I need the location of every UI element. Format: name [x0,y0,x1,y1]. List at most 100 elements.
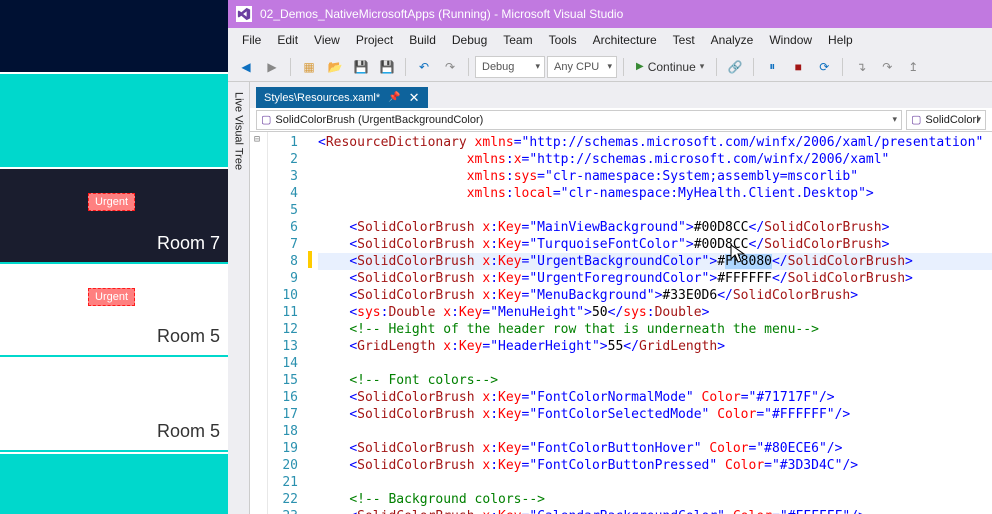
line-number: 10 [268,287,298,304]
menu-project[interactable]: Project [348,30,401,50]
platform-dropdown[interactable]: Any CPU [547,56,617,78]
room-label: Room 5 [157,421,220,442]
code-line[interactable]: xmlns:sys="clr-namespace:System;assembly… [318,168,992,185]
preview-band-1 [0,72,228,167]
code-editor[interactable]: ⊟ 1234567891011121314151617181920212223 … [250,132,992,514]
continue-label: Continue [648,60,696,74]
nav-back-icon[interactable]: ◀ [234,55,258,79]
room-label: Room 5 [157,326,220,347]
urgent-badge: Urgent [88,288,135,306]
visual-studio-window: 02_Demos_NativeMicrosoftApps (Running) -… [228,0,992,514]
menu-edit[interactable]: Edit [269,30,306,50]
open-file-icon[interactable]: 📂 [323,55,347,79]
new-project-icon[interactable]: ▦ [297,55,321,79]
code-line[interactable] [318,355,992,372]
menu-test[interactable]: Test [665,30,703,50]
menu-debug[interactable]: Debug [444,30,495,50]
menu-team[interactable]: Team [495,30,540,50]
line-number: 17 [268,406,298,423]
title-bar: 02_Demos_NativeMicrosoftApps (Running) -… [228,0,992,28]
code-line[interactable]: <SolidColorBrush x:Key="MainViewBackgrou… [318,219,992,236]
window-title: 02_Demos_NativeMicrosoftApps (Running) -… [260,7,623,21]
line-number: 12 [268,321,298,338]
code-line[interactable]: <SolidColorBrush x:Key="MenuBackground">… [318,287,992,304]
document-tab-active[interactable]: Styles\Resources.xaml* 📌 ✕ [256,87,428,108]
navigation-bar: ▢ SolidColorBrush (UrgentBackgroundColor… [250,108,992,132]
visual-studio-logo-icon [236,6,252,22]
line-number: 18 [268,423,298,440]
code-line[interactable]: <GridLength x:Key="HeaderHeight">55</Gri… [318,338,992,355]
config-dropdown[interactable]: Debug [475,56,545,78]
code-line[interactable]: <!-- Font colors--> [318,372,992,389]
app-preview-pane: Urgent Room 7 Urgent Room 5 Room 5 [0,0,228,514]
line-number: 22 [268,491,298,508]
menu-build[interactable]: Build [401,30,444,50]
undo-icon[interactable]: ↶ [412,55,436,79]
side-panel: Live Visual Tree [228,82,250,514]
code-line[interactable]: <SolidColorBrush x:Key="UrgentForeground… [318,270,992,287]
code-line[interactable]: <SolidColorBrush x:Key="FontColorButtonP… [318,457,992,474]
line-number: 8 [268,253,298,270]
urgent-badge: Urgent [88,193,135,211]
line-number: 19 [268,440,298,457]
stop-icon[interactable]: ■ [786,55,810,79]
code-line[interactable]: <SolidColorBrush x:Key="FontColorNormalM… [318,389,992,406]
code-line[interactable]: xmlns:local="clr-namespace:MyHealth.Clie… [318,185,992,202]
redo-icon[interactable]: ↷ [438,55,462,79]
step-into-icon[interactable]: ↴ [849,55,873,79]
menu-bar: FileEditViewProjectBuildDebugTeamToolsAr… [228,28,992,52]
menu-help[interactable]: Help [820,30,861,50]
code-line[interactable]: <!-- Background colors--> [318,491,992,508]
menu-view[interactable]: View [306,30,348,50]
menu-architecture[interactable]: Architecture [585,30,665,50]
preview-row-room7: Urgent Room 7 [0,167,228,262]
code-line[interactable]: <SolidColorBrush x:Key="CalendarBackgrou… [318,508,992,514]
line-number: 23 [268,508,298,514]
code-line[interactable]: <SolidColorBrush x:Key="FontColorSelecte… [318,406,992,423]
code-line[interactable]: <sys:Double x:Key="MenuHeight">50</sys:D… [318,304,992,321]
preview-footer [0,452,228,514]
live-visual-tree-tab[interactable]: Live Visual Tree [231,88,247,174]
scope-label: SolidColorBrush (UrgentBackgroundColor) [275,114,483,126]
menu-analyze[interactable]: Analyze [703,30,762,50]
member-label: SolidColorI [925,114,979,126]
brush-icon: ▢ [911,113,921,126]
member-dropdown[interactable]: ▢ SolidColorI [906,110,986,130]
line-number: 16 [268,389,298,406]
step-out-icon[interactable]: ↥ [901,55,925,79]
browser-link-icon[interactable]: 🔗 [723,55,747,79]
line-number: 13 [268,338,298,355]
nav-forward-icon[interactable]: ▶ [260,55,284,79]
line-number: 14 [268,355,298,372]
line-number: 15 [268,372,298,389]
code-line[interactable]: <ResourceDictionary xmlns="http://schema… [318,134,992,151]
tab-title: Styles\Resources.xaml* [264,92,380,104]
code-line[interactable]: xmlns:x="http://schemas.microsoft.com/wi… [318,151,992,168]
close-icon[interactable]: ✕ [409,91,420,104]
line-number: 5 [268,202,298,219]
code-line[interactable] [318,202,992,219]
line-number: 4 [268,185,298,202]
code-line[interactable]: <!-- Height of the header row that is un… [318,321,992,338]
scope-dropdown[interactable]: ▢ SolidColorBrush (UrgentBackgroundColor… [256,110,902,130]
pin-icon[interactable]: 📌 [388,92,400,103]
save-all-icon[interactable]: 💾 [375,55,399,79]
code-line[interactable]: <SolidColorBrush x:Key="UrgentBackground… [318,253,992,270]
brush-icon: ▢ [261,113,271,126]
code-line[interactable] [318,474,992,491]
menu-file[interactable]: File [234,30,269,50]
step-over-icon[interactable]: ↷ [875,55,899,79]
menu-window[interactable]: Window [761,30,820,50]
menu-tools[interactable]: Tools [541,30,585,50]
code-line[interactable]: <SolidColorBrush x:Key="TurquoiseFontCol… [318,236,992,253]
preview-header [0,0,228,72]
code-line[interactable] [318,423,992,440]
line-number: 9 [268,270,298,287]
save-icon[interactable]: 💾 [349,55,373,79]
preview-row-room5a: Urgent Room 5 [0,262,228,357]
toolbar: ◀ ▶ ▦ 📂 💾 💾 ↶ ↷ Debug Any CPU ▶ Continue… [228,52,992,82]
restart-icon[interactable]: ⟳ [812,55,836,79]
continue-button[interactable]: ▶ Continue ▾ [630,56,710,78]
break-all-icon[interactable]: ⏸ [760,55,784,79]
code-line[interactable]: <SolidColorBrush x:Key="FontColorButtonH… [318,440,992,457]
